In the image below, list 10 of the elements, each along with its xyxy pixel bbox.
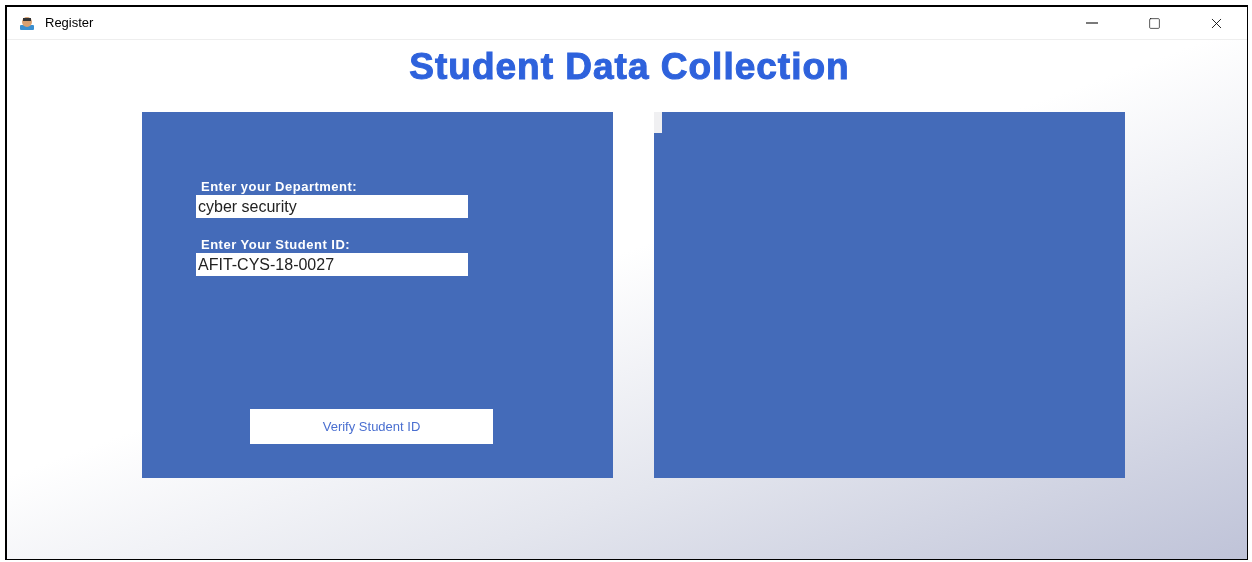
text-field[interactable]: AFIT-CYS-18-0027 [196,253,468,276]
app-icon [19,16,35,30]
panel-corner-mark [654,112,662,133]
field-label: Enter Your Student ID: [201,237,352,253]
maximize-icon [1147,16,1161,30]
text-field[interactable]: cyber security [196,195,468,218]
minimize-icon [1086,22,1098,24]
verify-button[interactable]: Verify Student ID [250,409,493,444]
window-title: Register [45,14,94,33]
field-label: Enter your Department: [201,179,359,195]
